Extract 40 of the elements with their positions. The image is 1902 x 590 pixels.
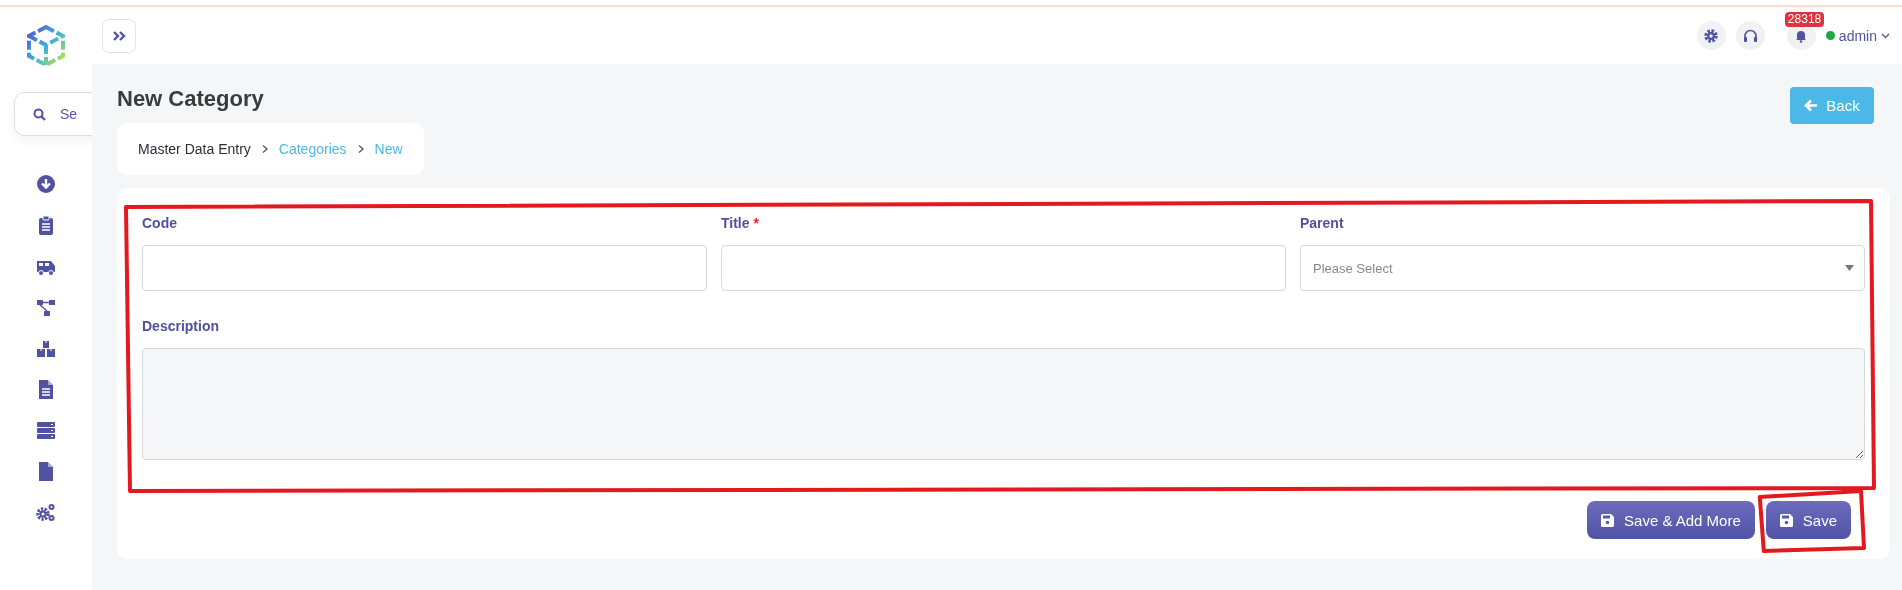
field-label: Title <box>721 215 750 231</box>
boxes-icon[interactable] <box>36 338 56 359</box>
server-icon[interactable] <box>36 420 56 441</box>
text-field[interactable] <box>721 245 1286 291</box>
logo-icon <box>24 24 68 68</box>
user-menu[interactable]: admin <box>1825 27 1890 44</box>
chevron-down-icon <box>1881 32 1890 39</box>
support-button[interactable] <box>1735 21 1765 50</box>
breadcrumb-link[interactable]: New <box>374 141 403 157</box>
field-label: Parent <box>1300 215 1344 231</box>
text-field[interactable] <box>142 245 707 291</box>
notification-count: 28318 <box>1784 12 1825 27</box>
clipboard-icon[interactable] <box>36 215 56 236</box>
search-field[interactable]: Se <box>60 106 92 122</box>
hierarchy-icon[interactable] <box>36 297 56 318</box>
chevrons-icon <box>112 29 126 42</box>
file-icon[interactable] <box>36 461 56 482</box>
gears-icon[interactable] <box>36 502 56 523</box>
headphones-icon <box>1742 28 1758 43</box>
save-button[interactable]: Save <box>1765 501 1851 539</box>
chevron-right-icon <box>260 144 269 154</box>
document-icon[interactable] <box>36 379 56 400</box>
field-label: Description <box>142 318 219 334</box>
bell-icon <box>1794 28 1809 43</box>
save-button[interactable]: Save & Add More <box>1587 501 1755 539</box>
required-mark: * <box>753 215 759 231</box>
field-label: Code <box>142 215 177 231</box>
select-field[interactable]: Please Select <box>1300 245 1865 291</box>
back-button[interactable]: Back <box>1790 87 1874 124</box>
settings-icon <box>1704 28 1719 43</box>
chevron-right-icon <box>356 144 365 154</box>
breadcrumb-link[interactable]: Categories <box>278 141 347 157</box>
page-title: New Category <box>117 85 264 112</box>
dropdown-caret-icon <box>1845 265 1854 271</box>
breadcrumb-item: Master Data Entry <box>138 141 251 157</box>
expand-button[interactable] <box>102 18 136 53</box>
download-icon[interactable] <box>36 174 56 195</box>
arrow-left-icon <box>1804 99 1819 112</box>
search-icon <box>33 107 46 121</box>
settings-button[interactable] <box>1696 21 1726 50</box>
